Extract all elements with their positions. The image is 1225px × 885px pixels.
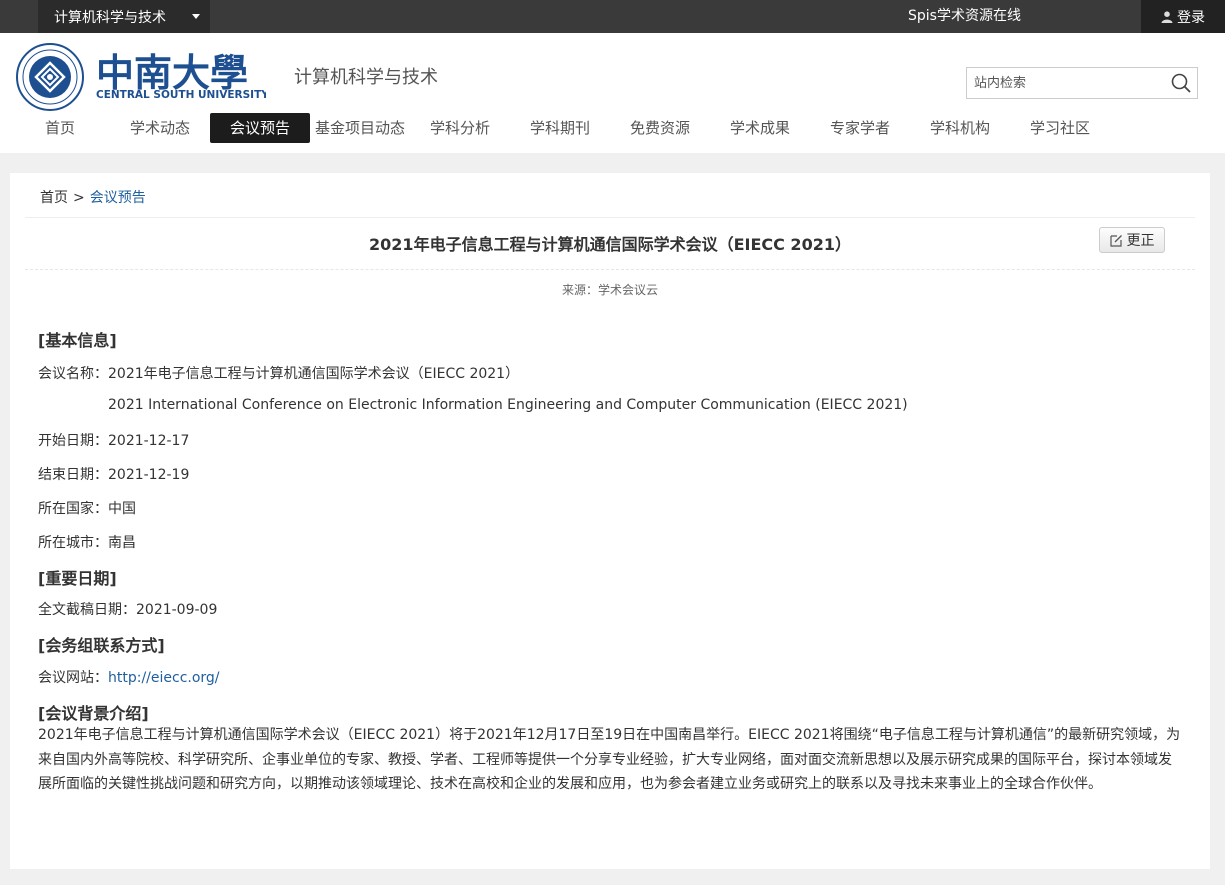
breadcrumb-current[interactable]: 会议预告	[90, 190, 146, 206]
conference-name-cn: 2021年电子信息工程与计算机通信国际学术会议（EIECC 2021）	[108, 366, 520, 382]
field-end-date: 结束日期：2021-12-19	[38, 464, 189, 484]
correction-label: 更正	[1126, 233, 1155, 249]
search-input[interactable]	[967, 68, 1170, 98]
field-city: 所在城市：南昌	[38, 532, 136, 552]
main-content: 首页 > 会议预告 2021年电子信息工程与计算机通信国际学术会议（EIECC 20…	[10, 173, 1210, 869]
field-country: 所在国家：中国	[38, 498, 136, 518]
end-date-value: 2021-12-19	[108, 467, 190, 483]
edit-icon	[1109, 234, 1122, 247]
login-button[interactable]: 登录	[1141, 0, 1225, 33]
top-bar: 计算机科学与技术 Spis学术资源在线 登录	[0, 0, 1225, 33]
deadline-value: 2021-09-09	[136, 602, 218, 618]
login-label: 登录	[1177, 9, 1205, 26]
country-value: 中国	[108, 501, 136, 517]
field-label: 开始日期：	[38, 433, 108, 449]
site-name: 计算机科学与技术	[294, 67, 438, 88]
nav-discipline-analysis[interactable]: 学科分析	[410, 113, 510, 143]
nav-community[interactable]: 学习社区	[1010, 113, 1110, 143]
background-text: 2021年电子信息工程与计算机通信国际学术会议（EIECC 2021）将于202…	[38, 727, 1181, 792]
nav-conference-preview[interactable]: 会议预告	[210, 113, 310, 143]
site-switch-dropdown[interactable]: 计算机科学与技术	[38, 0, 210, 33]
nav-home[interactable]: 首页	[10, 113, 110, 143]
article-source: 来源：学术会议云	[561, 283, 658, 297]
field-label: 全文截稿日期：	[38, 602, 136, 618]
nav-fund-news[interactable]: 基金项目动态	[310, 113, 410, 143]
conference-name-en: 2021 International Conference on Electro…	[108, 397, 908, 413]
nav-experts[interactable]: 专家学者	[810, 113, 910, 143]
university-logo[interactable]: 中南大學 CENTRAL SOUTH UNIVERSITY	[16, 41, 269, 113]
caret-down-icon	[192, 14, 200, 19]
spis-link[interactable]: Spis学术资源在线	[908, 0, 1021, 33]
field-conference-name: 会议名称：2021年电子信息工程与计算机通信国际学术会议（EIECC 2021）	[38, 363, 519, 383]
article-title: 2021年电子信息工程与计算机通信国际学术会议（EIECC 2021）	[369, 235, 851, 254]
search-icon[interactable]	[1171, 73, 1191, 97]
field-start-date: 开始日期：2021-12-17	[38, 430, 189, 450]
field-label: 会议网站：	[38, 670, 108, 686]
nav-free-resources[interactable]: 免费资源	[610, 113, 710, 143]
site-switch-label: 计算机科学与技术	[54, 9, 166, 26]
section-contact: [会务组联系方式]	[38, 636, 165, 655]
nav-journals[interactable]: 学科期刊	[510, 113, 610, 143]
main-nav: 首页 学术动态 会议预告 基金项目动态 学科分析 学科期刊 免费资源 学术成果 …	[10, 113, 1110, 143]
field-label: 所在国家：	[38, 501, 108, 517]
field-website: 会议网站：http://eiecc.org/	[38, 667, 220, 687]
breadcrumb: 首页 > 会议预告	[40, 187, 146, 207]
correction-button[interactable]: 更正	[1099, 227, 1165, 253]
nav-institutions[interactable]: 学科机构	[910, 113, 1010, 143]
header: 中南大學 CENTRAL SOUTH UNIVERSITY 计算机科学与技术 首…	[0, 33, 1225, 153]
section-background: [会议背景介绍]	[38, 704, 149, 723]
breadcrumb-separator: >	[73, 190, 85, 206]
city-value: 南昌	[108, 535, 136, 551]
nav-achievements[interactable]: 学术成果	[710, 113, 810, 143]
section-important-dates: [重要日期]	[38, 569, 117, 588]
section-basic-info: [基本信息]	[38, 331, 117, 350]
start-date-value: 2021-12-17	[108, 433, 190, 449]
breadcrumb-home[interactable]: 首页	[40, 190, 68, 206]
field-deadline: 全文截稿日期：2021-09-09	[38, 599, 217, 619]
divider	[25, 217, 1195, 218]
search-box	[966, 67, 1198, 99]
field-label: 会议名称：	[38, 366, 108, 382]
conference-website-link[interactable]: http://eiecc.org/	[108, 670, 220, 686]
divider-dashed	[25, 269, 1195, 270]
nav-academic-news[interactable]: 学术动态	[110, 113, 210, 143]
user-icon	[1161, 10, 1173, 23]
logo-english-text: CENTRAL SOUTH UNIVERSITY	[96, 89, 266, 101]
field-label: 所在城市：	[38, 535, 108, 551]
field-label: 结束日期：	[38, 467, 108, 483]
